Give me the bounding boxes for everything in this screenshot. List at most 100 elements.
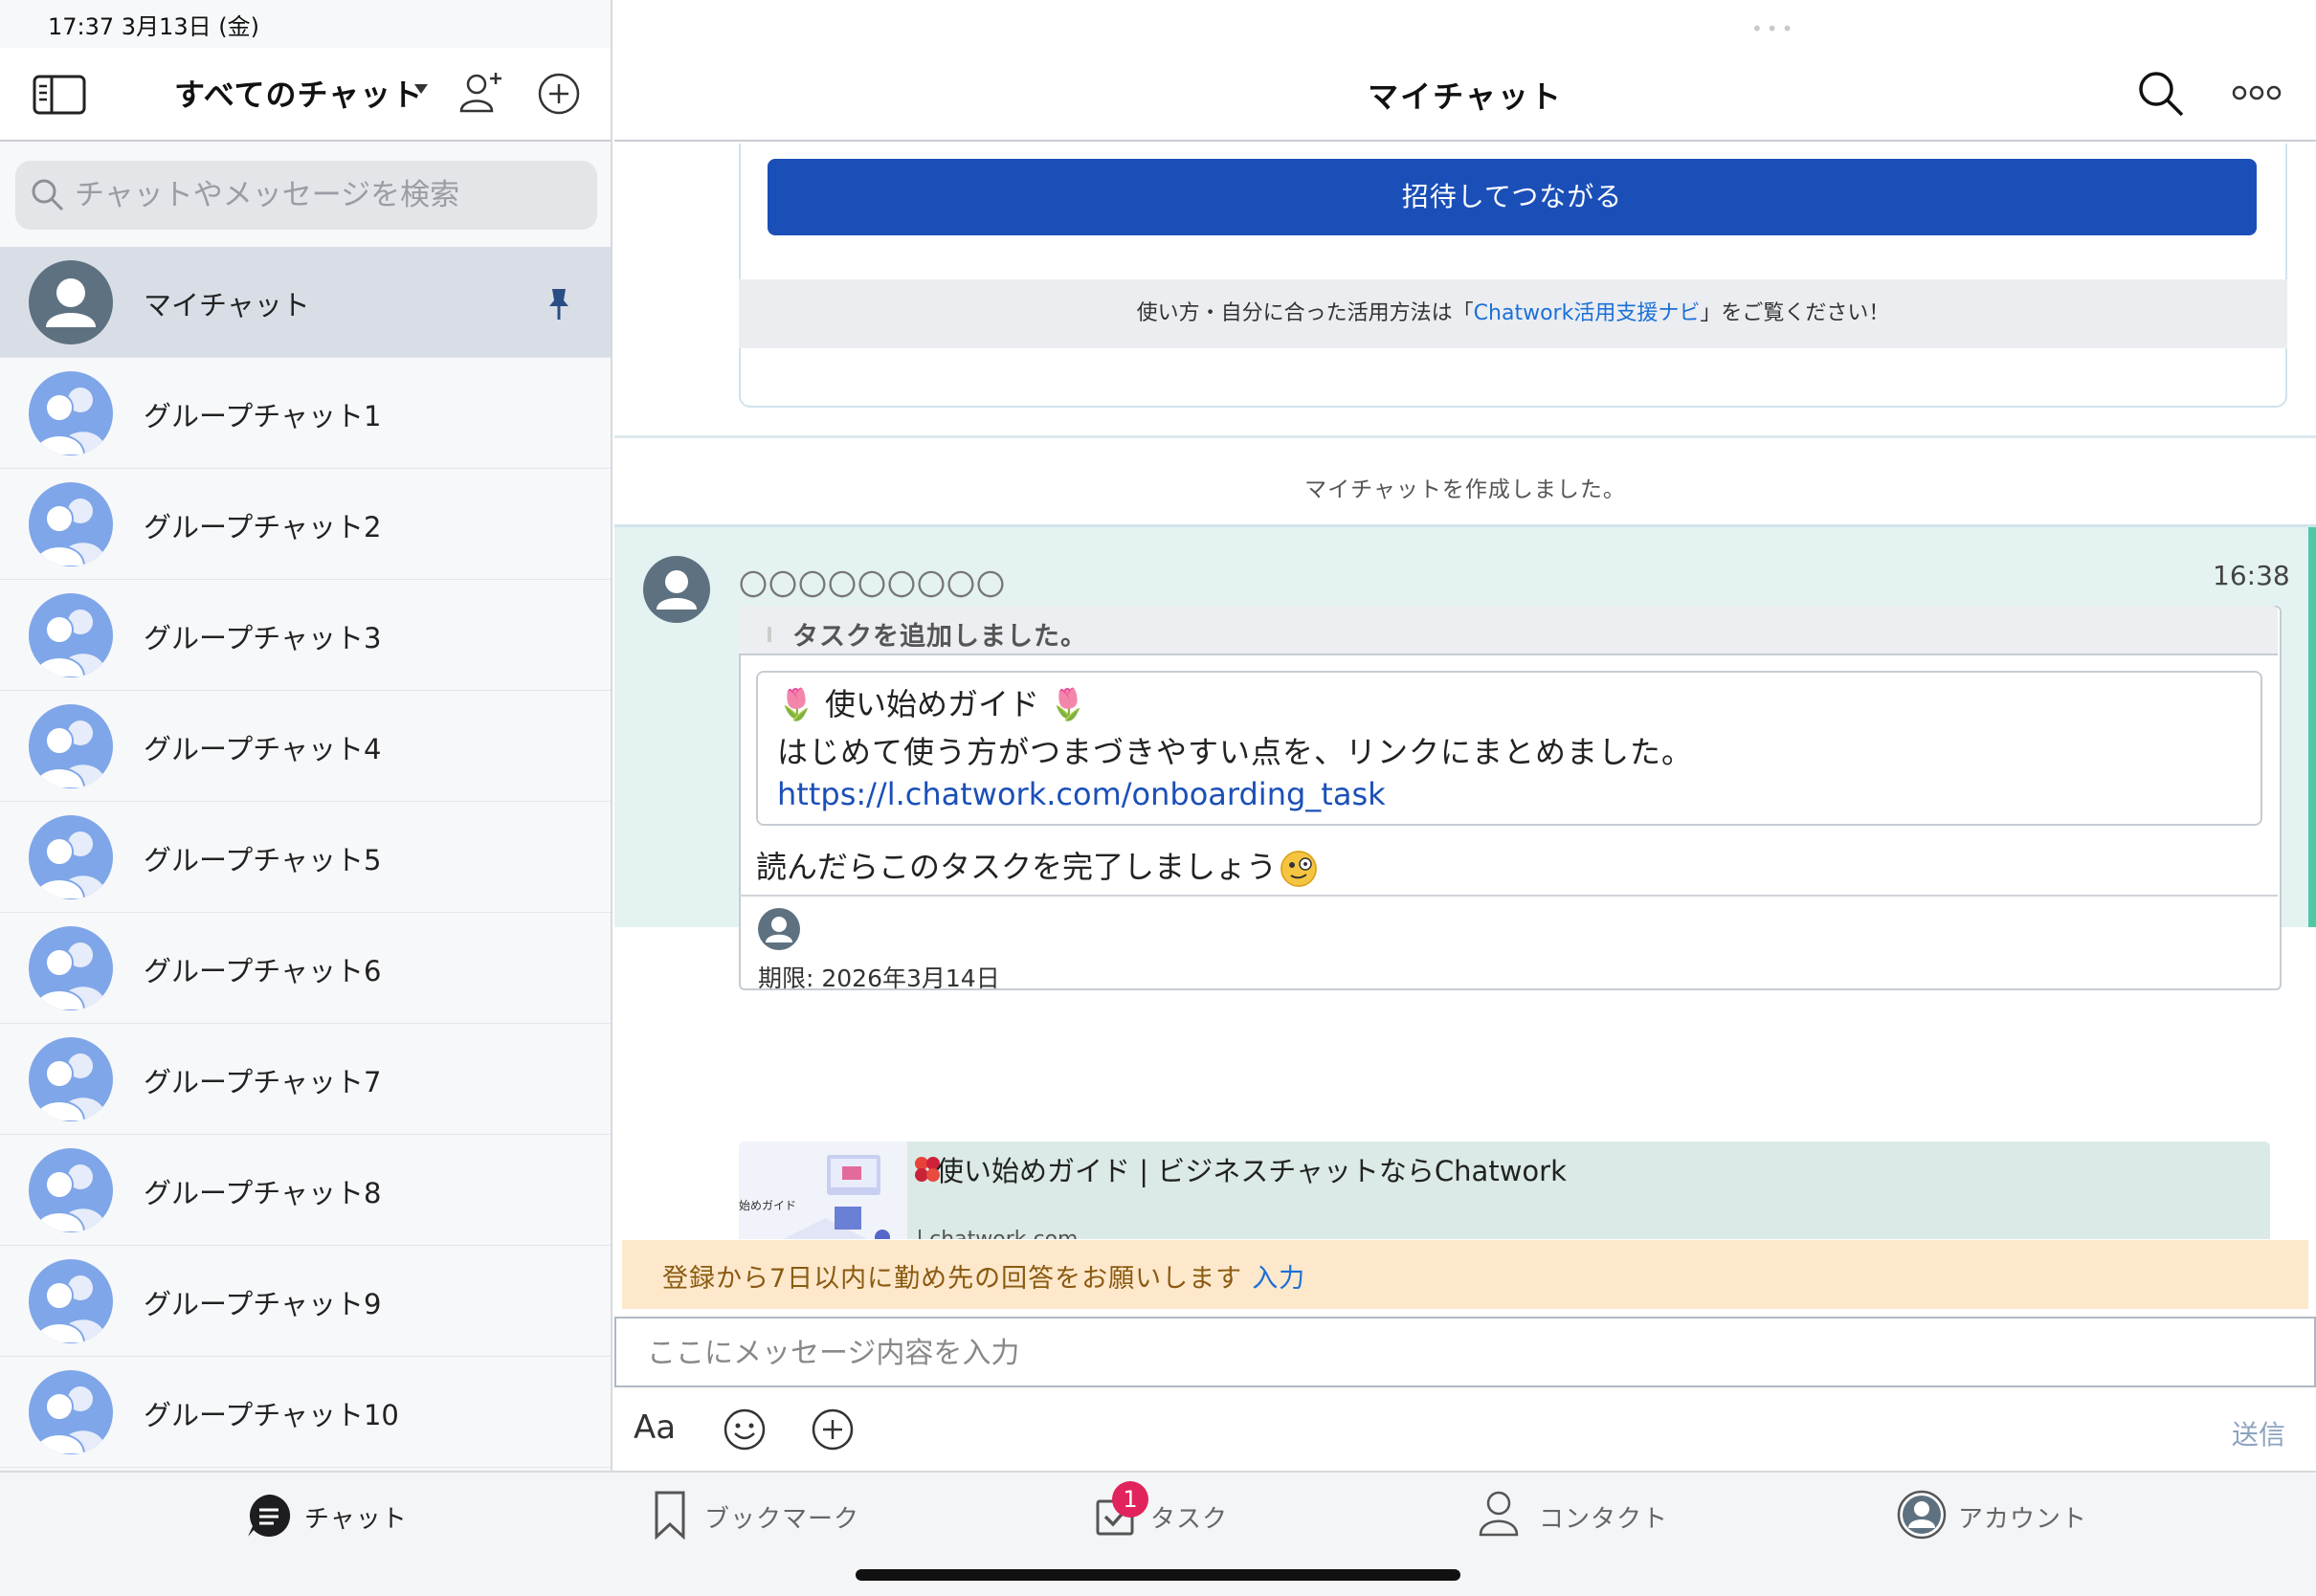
room-title: マイチャット <box>1368 78 1563 115</box>
chat-item-label: グループチャット4 <box>144 733 382 765</box>
task-text-row: 読んだらこのタスクを完了しましょう <box>756 843 1318 887</box>
message-time: 16:38 <box>2213 560 2290 591</box>
chat-search-input[interactable] <box>75 170 582 220</box>
add-contact-icon[interactable] <box>457 69 505 117</box>
message-composer[interactable] <box>614 1317 2316 1387</box>
group-avatar-icon <box>29 593 113 677</box>
chat-item-label: グループチャット6 <box>144 955 382 987</box>
notice-input-link[interactable]: 入力 <box>1252 1264 1305 1294</box>
chat-bubble-icon <box>248 1494 291 1537</box>
chat-item-label: グループチャット2 <box>144 511 382 543</box>
chat-item-label: グループチャット5 <box>144 844 382 876</box>
quote-title: 🌷 使い始めガイド 🌷 <box>777 686 1088 722</box>
avatar <box>29 260 113 344</box>
message-item[interactable]: 〇〇〇〇〇〇〇〇〇 16:38 タスクを追加しました。 🌷 使い始めガイド 🌷 … <box>614 527 2316 1239</box>
chat-item-label: グループチャット9 <box>144 1288 382 1320</box>
divider <box>614 435 2316 438</box>
preview-thumbnail: 始めガイド <box>739 1142 907 1239</box>
preview-title: 使い始めガイド | ビジネスチャットならChatwork <box>936 1155 1567 1187</box>
help-link[interactable]: Chatwork活用支援ナビ <box>1474 301 1701 325</box>
tab-contact[interactable]: コンタクト <box>1476 1490 1667 1547</box>
chat-item-group[interactable]: グループチャット9 <box>0 1246 611 1357</box>
chat-list: マイチャット グループチャット1 グループチャット2 グループチャット3 グループチャ… <box>0 247 611 1468</box>
tab-label: アカウント <box>1958 1505 2088 1534</box>
chat-item-group[interactable]: グループチャット2 <box>0 469 611 580</box>
chat-item-group[interactable]: グループチャット3 <box>0 580 611 691</box>
task-marker-icon <box>768 627 771 642</box>
help-text-prefix: 使い方・自分に合った活用方法は「 <box>1136 301 1474 325</box>
help-banner: 使い方・自分に合った活用方法は「Chatwork活用支援ナビ」をご覧ください！ <box>739 279 2287 348</box>
chat-item-label: グループチャット7 <box>144 1066 382 1098</box>
message-timeline[interactable]: 招待してつながる 使い方・自分に合った活用方法は「Chatwork活用支援ナビ」… <box>614 144 2316 1239</box>
notice-text-wrap: 登録から7日以内に勤め先の回答をお願いします 入力 <box>662 1257 1305 1295</box>
search-icon[interactable] <box>2134 67 2188 121</box>
multitask-handle[interactable]: ••• <box>1751 17 1796 40</box>
chat-item-group[interactable]: グループチャット5 <box>0 802 611 913</box>
quote-block: 🌷 使い始めガイド 🌷 はじめて使う方がつまづきやすい点を、リンクにまとめました… <box>756 671 2262 826</box>
help-text-suffix: 」をご覧ください！ <box>1700 301 1890 325</box>
group-avatar-icon <box>29 482 113 566</box>
tab-label: コンタクト <box>1539 1505 1669 1534</box>
tab-chat[interactable]: チャット <box>245 1490 407 1547</box>
chat-item-group[interactable]: グループチャット4 <box>0 691 611 802</box>
more-options-icon[interactable] <box>2232 80 2282 105</box>
task-text: 読んだらこのタスクを完了しましょう <box>756 849 1278 885</box>
chat-room-pane: ••• マイチャット 招待してつながる 使い方・自分に合った活用方法は「Chat… <box>614 0 2316 1471</box>
group-avatar-icon <box>29 704 113 788</box>
task-header: タスクを追加しました。 <box>739 606 2278 655</box>
chat-list-pane: 17:37 3月13日 (金) すべてのチャット チャットやメッセージを検索 マ… <box>0 0 612 1471</box>
home-indicator[interactable] <box>856 1569 1460 1581</box>
sidebar-toggle-icon[interactable] <box>33 75 86 115</box>
group-avatar-icon <box>29 1148 113 1232</box>
chat-item-label: グループチャット10 <box>144 1399 399 1431</box>
assignee-avatar[interactable] <box>758 908 800 950</box>
chat-item-group[interactable]: グループチャット7 <box>0 1024 611 1135</box>
chat-search-box[interactable] <box>15 161 597 230</box>
notice-banner: 登録から7日以内に勤め先の回答をお願いします 入力 <box>622 1240 2308 1309</box>
message-input[interactable] <box>647 1328 2178 1378</box>
group-avatar-icon <box>29 371 113 455</box>
task-card: タスクを追加しました。 🌷 使い始めガイド 🌷 はじめて使う方がつまづきやすい点… <box>739 606 2282 992</box>
group-avatar-icon <box>29 1370 113 1454</box>
status-bar-time: 17:37 3月13日 (金) <box>48 13 259 40</box>
chat-item-group[interactable]: グループチャット6 <box>0 913 611 1024</box>
quote-link[interactable]: https://l.chatwork.com/onboarding_task <box>777 776 1386 812</box>
chat-item-mychat[interactable]: マイチャット <box>0 247 611 358</box>
chat-item-label: グループチャット3 <box>144 622 382 654</box>
chat-item-label: マイチャット <box>144 289 310 321</box>
chevron-down-icon[interactable] <box>414 84 428 94</box>
tab-bookmark[interactable]: ブックマーク <box>651 1490 861 1547</box>
chat-item-group[interactable]: グループチャット8 <box>0 1135 611 1246</box>
emoji-icon[interactable] <box>722 1407 768 1452</box>
tab-account[interactable]: アカウント <box>1895 1490 2086 1547</box>
task-due-date: 期限: 2026年3月14日 <box>758 964 1000 992</box>
chat-item-group[interactable]: グループチャット1 <box>0 358 611 469</box>
task-count-badge: 1 <box>1112 1481 1148 1518</box>
new-chat-plus-icon[interactable] <box>536 71 582 117</box>
invite-button[interactable]: 招待してつながる <box>768 159 2257 235</box>
group-avatar-icon <box>29 1037 113 1121</box>
divider <box>739 895 2278 897</box>
pin-icon[interactable] <box>547 287 570 321</box>
chat-item-group[interactable]: グループチャット10 <box>0 1357 611 1468</box>
link-preview[interactable]: 始めガイド 使い始めガイド | ビジネスチャットならChatwork l.cha… <box>739 1142 2270 1239</box>
account-avatar-icon <box>1897 1490 1947 1540</box>
chat-filter-title[interactable]: すべてのチャット <box>174 71 423 115</box>
chat-room-header: マイチャット <box>614 48 2316 142</box>
avatar[interactable] <box>643 556 710 623</box>
quote-body: はじめて使う方がつまづきやすい点を、リンクにまとめました。 <box>777 734 1694 770</box>
send-button[interactable]: 送信 <box>2232 1414 2285 1452</box>
text-format-button[interactable]: Aa <box>634 1408 676 1447</box>
composer-toolbar: Aa 送信 <box>614 1389 2316 1470</box>
tab-label: タスク <box>1150 1505 1229 1534</box>
preview-thumb-text: 始めガイド <box>739 1199 797 1212</box>
bookmark-icon <box>655 1491 685 1540</box>
tab-label: チャット <box>304 1505 408 1534</box>
search-icon <box>32 179 64 211</box>
chat-item-label: グループチャット8 <box>144 1177 382 1209</box>
emoji-wink-face-icon <box>1280 851 1318 887</box>
chat-item-label: グループチャット1 <box>144 400 382 432</box>
attach-plus-icon[interactable] <box>810 1407 856 1452</box>
group-avatar-icon <box>29 926 113 1010</box>
tab-label: ブックマーク <box>704 1505 860 1534</box>
